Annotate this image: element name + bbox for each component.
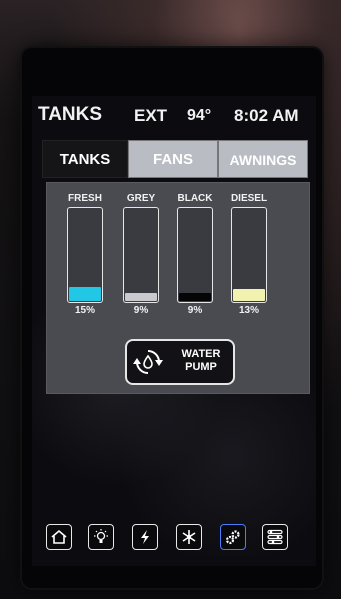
tank-label: FRESH xyxy=(68,193,102,204)
water-pump-label-line2: PUMP xyxy=(185,361,217,373)
tank-level-fill xyxy=(125,293,157,301)
tank-level-fill xyxy=(233,289,265,301)
display-screen: TANKS EXT 94° 8:02 AM TANKS FANS AWNINGS… xyxy=(32,96,316,566)
tank-level-fill xyxy=(69,287,101,301)
nav-lights-button[interactable] xyxy=(88,524,114,550)
tank-gauge xyxy=(177,207,213,303)
tanks-panel: FRESH 15% GREY 9% BLACK 9% DIESEL 13% WA… xyxy=(46,182,310,394)
nav-systems-button[interactable] xyxy=(220,524,246,550)
tank-label: DIESEL xyxy=(230,193,268,204)
water-pump-label: WATER PUMP xyxy=(171,348,231,374)
light-bulb-icon xyxy=(94,529,108,543)
lightning-icon xyxy=(141,530,149,544)
nav-settings-button[interactable] xyxy=(262,524,288,550)
tank-percent: 9% xyxy=(133,305,149,316)
home-icon xyxy=(51,529,67,544)
water-pump-label-line1: WATER xyxy=(181,348,221,360)
tank-percent: 15% xyxy=(74,305,95,316)
clock: 8:02 AM xyxy=(234,106,299,125)
nav-power-button[interactable] xyxy=(132,524,158,550)
settings-sliders-icon xyxy=(267,529,283,545)
page-title: TANKS xyxy=(38,104,103,125)
tank-gauge xyxy=(123,207,159,303)
nav-climate-button[interactable] xyxy=(176,524,202,550)
snowflake-icon xyxy=(182,530,196,544)
tank-label: GREY xyxy=(126,193,156,204)
tank-gauge xyxy=(231,207,267,303)
status-header: TANKS EXT 94° 8:02 AM xyxy=(32,102,316,130)
tank-level-fill xyxy=(179,293,211,301)
tank-percent: 9% xyxy=(187,305,203,316)
tab-awnings[interactable]: AWNINGS xyxy=(218,140,308,178)
gears-icon xyxy=(225,530,240,545)
water-pump-button[interactable]: WATER PUMP xyxy=(125,339,235,385)
tab-fans[interactable]: FANS xyxy=(128,140,218,178)
tank-percent: 13% xyxy=(238,305,259,316)
tab-tanks[interactable]: TANKS xyxy=(42,140,128,178)
exterior-label: EXT xyxy=(134,106,168,125)
water-drop-cycle-icon xyxy=(133,347,163,377)
nav-home-button[interactable] xyxy=(46,524,72,550)
temperature-readout: 94° xyxy=(187,107,212,124)
bottom-navigation xyxy=(40,524,310,554)
tank-gauge xyxy=(67,207,103,303)
tank-label: BLACK xyxy=(177,193,213,204)
